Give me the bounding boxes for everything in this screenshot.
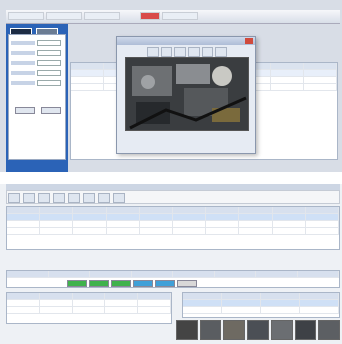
status-chip bbox=[111, 280, 131, 287]
search-icon[interactable] bbox=[67, 193, 80, 203]
status-chip bbox=[67, 280, 87, 287]
print-icon[interactable] bbox=[174, 47, 187, 57]
table-row[interactable] bbox=[7, 300, 171, 307]
tab-5[interactable] bbox=[162, 12, 198, 20]
detail-grid-right bbox=[182, 292, 340, 318]
table-row[interactable] bbox=[183, 300, 339, 307]
photo-thumbnail[interactable] bbox=[176, 320, 198, 340]
help-icon[interactable] bbox=[112, 193, 125, 203]
delete-icon[interactable] bbox=[82, 193, 95, 203]
photo-thumbnail[interactable] bbox=[270, 320, 293, 340]
dialog-toolbar bbox=[147, 47, 228, 57]
table-row[interactable] bbox=[7, 228, 340, 235]
new-icon[interactable] bbox=[8, 193, 20, 203]
tab-2[interactable] bbox=[46, 12, 82, 20]
main-toolbar bbox=[6, 190, 340, 204]
grid-header bbox=[7, 293, 171, 300]
zoom-in-icon[interactable] bbox=[188, 47, 200, 57]
input-field-2[interactable] bbox=[37, 50, 61, 56]
detail-grid-left bbox=[6, 292, 172, 324]
photo-thumbnail[interactable] bbox=[318, 320, 341, 340]
dialog-titlebar bbox=[117, 37, 255, 45]
refresh-icon[interactable] bbox=[97, 193, 110, 203]
field-label bbox=[11, 71, 35, 75]
input-field-5[interactable] bbox=[37, 80, 61, 86]
grid-header bbox=[7, 207, 340, 214]
status-chip bbox=[155, 280, 175, 287]
search-button[interactable] bbox=[15, 107, 35, 114]
table-row[interactable] bbox=[7, 307, 171, 314]
top-screenshot bbox=[0, 0, 342, 172]
filter-form bbox=[8, 34, 66, 160]
status-grid bbox=[6, 270, 340, 288]
status-chip bbox=[89, 280, 109, 287]
table-row[interactable] bbox=[183, 307, 339, 314]
back-icon[interactable] bbox=[147, 47, 159, 57]
engine-photo-graphic bbox=[126, 58, 248, 130]
table-row[interactable] bbox=[7, 221, 340, 228]
status-chip bbox=[133, 280, 153, 287]
photo-thumbnail[interactable] bbox=[223, 320, 246, 340]
save-icon[interactable] bbox=[37, 193, 50, 203]
rotate-icon[interactable] bbox=[215, 47, 228, 57]
grid-header bbox=[7, 271, 339, 278]
engine-photo bbox=[125, 57, 249, 131]
table-row[interactable] bbox=[7, 214, 340, 221]
grid-header bbox=[183, 293, 339, 300]
input-field-3[interactable] bbox=[37, 60, 61, 66]
photo-thumbnails bbox=[176, 320, 341, 340]
records-grid bbox=[6, 206, 340, 250]
field-label bbox=[11, 81, 35, 85]
input-field-4[interactable] bbox=[37, 70, 61, 76]
open-icon[interactable] bbox=[22, 193, 35, 203]
field-label bbox=[11, 41, 35, 45]
photo-thumbnail[interactable] bbox=[294, 320, 317, 340]
photo-thumbnail[interactable] bbox=[247, 320, 269, 340]
zoom-out-icon[interactable] bbox=[201, 47, 214, 57]
bottom-screenshot bbox=[0, 184, 342, 344]
image-viewer-dialog bbox=[116, 36, 256, 154]
reset-button[interactable] bbox=[41, 107, 61, 114]
tab-3[interactable] bbox=[84, 12, 120, 20]
field-label bbox=[11, 51, 35, 55]
status-chip-row bbox=[7, 278, 339, 287]
status-chip bbox=[177, 280, 197, 287]
forward-icon[interactable] bbox=[160, 47, 173, 57]
photo-thumbnail[interactable] bbox=[199, 320, 222, 340]
tab-1[interactable] bbox=[8, 12, 44, 20]
close-icon[interactable] bbox=[245, 38, 253, 44]
field-label bbox=[11, 61, 35, 65]
tab-active[interactable] bbox=[140, 12, 160, 20]
input-field-1[interactable] bbox=[37, 40, 61, 46]
print-icon[interactable] bbox=[52, 193, 65, 203]
